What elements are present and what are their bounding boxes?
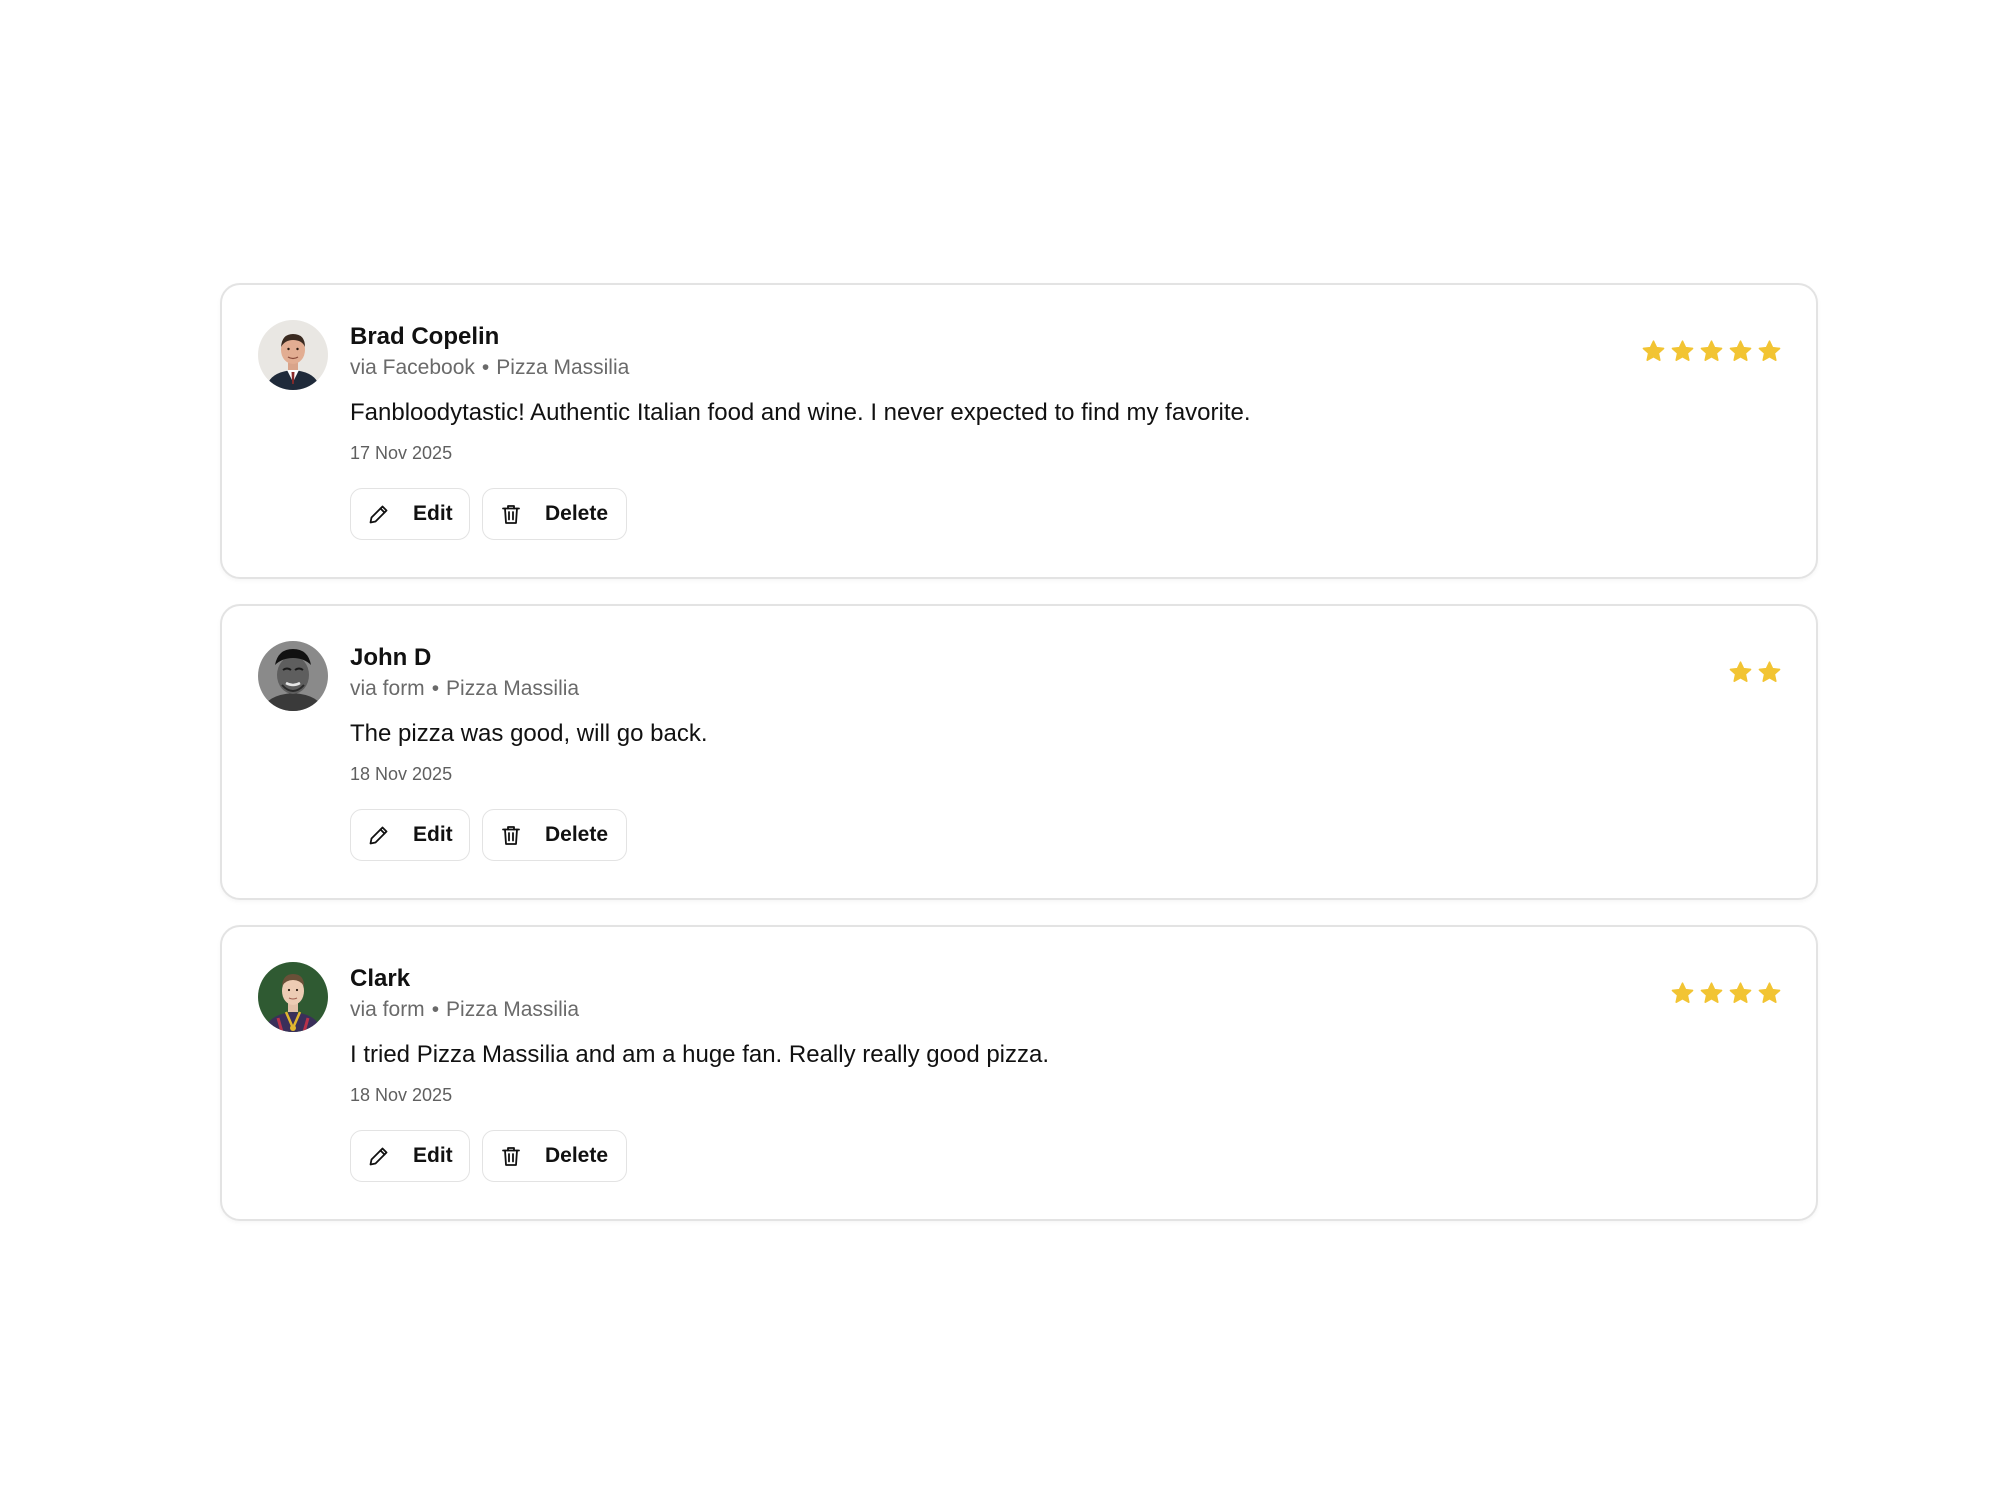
meta-separator: •	[431, 677, 440, 700]
star-icon	[1670, 981, 1695, 1006]
review-text: Fanbloodytastic! Authentic Italian food …	[350, 399, 1251, 426]
review-card: Brad Copelin via Facebook • Pizza Massilia…	[220, 283, 1818, 579]
star-icon	[1641, 339, 1666, 364]
review-location: Pizza Massilia	[446, 677, 580, 700]
trash-icon	[499, 1144, 523, 1168]
review-text: I tried Pizza Massilia and am a huge fan…	[350, 1041, 1050, 1068]
edit-button-label: Edit	[413, 1144, 453, 1167]
pencil-icon	[367, 502, 391, 526]
star-icon	[1757, 339, 1782, 364]
delete-button-label: Delete	[545, 823, 609, 846]
review-meta: via form • Pizza Massilia	[350, 674, 1780, 704]
edit-button[interactable]: Edit	[350, 809, 470, 861]
star-rating	[1641, 339, 1782, 364]
meta-separator: •	[481, 356, 490, 379]
review-location: Pizza Massilia	[496, 356, 630, 379]
avatar	[258, 320, 328, 390]
review-text: The pizza was good, will go back.	[350, 720, 708, 747]
delete-button[interactable]: Delete	[482, 1130, 627, 1182]
reviewer-name: John D	[350, 644, 432, 671]
review-date: 17 Nov 2025	[350, 443, 453, 463]
review-location: Pizza Massilia	[446, 998, 580, 1021]
reviewer-name: Clark	[350, 965, 411, 992]
review-meta: via Facebook • Pizza Massilia	[350, 353, 1780, 383]
edit-button-label: Edit	[413, 823, 453, 846]
review-date: 18 Nov 2025	[350, 764, 453, 784]
star-rating	[1670, 981, 1782, 1006]
delete-button[interactable]: Delete	[482, 809, 627, 861]
review-source: via form	[350, 677, 425, 700]
star-icon	[1728, 660, 1753, 685]
review-actions: Edit Delete	[350, 488, 1780, 540]
pencil-icon	[367, 823, 391, 847]
review-card: John D via form • Pizza Massilia The pizza…	[220, 604, 1818, 900]
avatar	[258, 962, 328, 1032]
star-icon	[1728, 981, 1753, 1006]
delete-button-label: Delete	[545, 502, 609, 525]
star-icon	[1728, 339, 1753, 364]
edit-button[interactable]: Edit	[350, 1130, 470, 1182]
pencil-icon	[367, 1144, 391, 1168]
review-list: Brad Copelin via Facebook • Pizza Massilia…	[220, 283, 1818, 1221]
star-icon	[1670, 339, 1695, 364]
review-actions: Edit Delete	[350, 1130, 1780, 1182]
reviewer-name: Brad Copelin	[350, 323, 500, 350]
review-meta: via form • Pizza Massilia	[350, 995, 1780, 1025]
delete-button[interactable]: Delete	[482, 488, 627, 540]
review-source: via form	[350, 998, 425, 1021]
delete-button-label: Delete	[545, 1144, 609, 1167]
review-source: via Facebook	[350, 356, 475, 379]
review-date: 18 Nov 2025	[350, 1085, 453, 1105]
avatar	[258, 641, 328, 711]
trash-icon	[499, 502, 523, 526]
star-icon	[1757, 660, 1782, 685]
review-card: Clark via form • Pizza Massilia I tried Pi…	[220, 925, 1818, 1221]
meta-separator: •	[431, 998, 440, 1021]
edit-button[interactable]: Edit	[350, 488, 470, 540]
star-icon	[1757, 981, 1782, 1006]
star-rating	[1728, 660, 1782, 685]
star-icon	[1699, 339, 1724, 364]
trash-icon	[499, 823, 523, 847]
edit-button-label: Edit	[413, 502, 453, 525]
star-icon	[1699, 981, 1724, 1006]
review-actions: Edit Delete	[350, 809, 1780, 861]
